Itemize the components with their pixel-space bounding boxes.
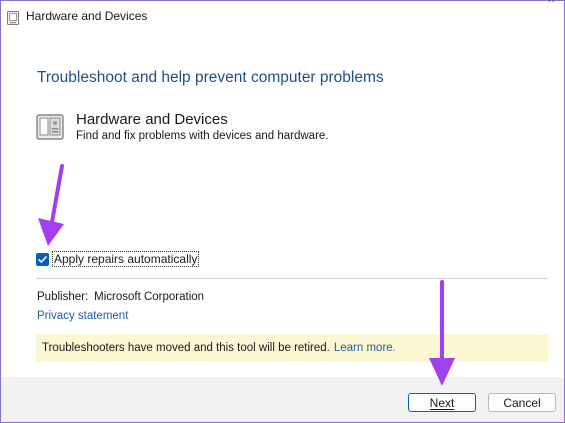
publisher-info: Publisher: Microsoft Corporation [37, 291, 204, 303]
dialog-footer: Next Cancel [1, 377, 564, 422]
retirement-notice: Troubleshooters have moved and this tool… [36, 334, 549, 362]
close-icon[interactable]: ^ [548, 0, 554, 9]
apply-repairs-option[interactable]: Apply repairs automatically [36, 251, 200, 267]
page-heading: Troubleshoot and help prevent computer p… [37, 69, 384, 86]
hardware-device-icon [36, 113, 64, 141]
publisher-label: Publisher: [37, 291, 89, 303]
dialog-window: Hardware and Devices ^ Troubleshoot and … [0, 0, 565, 423]
notice-text: Troubleshooters have moved and this tool… [42, 342, 330, 354]
apply-repairs-label[interactable]: Apply repairs automatically [51, 251, 200, 267]
privacy-statement-link[interactable]: Privacy statement [37, 310, 128, 322]
checkmark-icon [38, 255, 47, 263]
next-button[interactable]: Next [408, 393, 476, 412]
tool-name: Hardware and Devices [76, 111, 228, 128]
tool-description: Find and fix problems with devices and h… [76, 130, 329, 142]
cancel-button[interactable]: Cancel [488, 393, 556, 412]
window-title: Hardware and Devices [26, 9, 148, 23]
title-bar: Hardware and Devices ^ [1, 0, 564, 31]
hardware-device-icon [7, 11, 19, 25]
apply-repairs-checkbox[interactable] [36, 252, 49, 266]
publisher-value: Microsoft Corporation [94, 291, 205, 303]
learn-more-link[interactable]: Learn more. [334, 342, 396, 354]
divider [36, 278, 548, 279]
